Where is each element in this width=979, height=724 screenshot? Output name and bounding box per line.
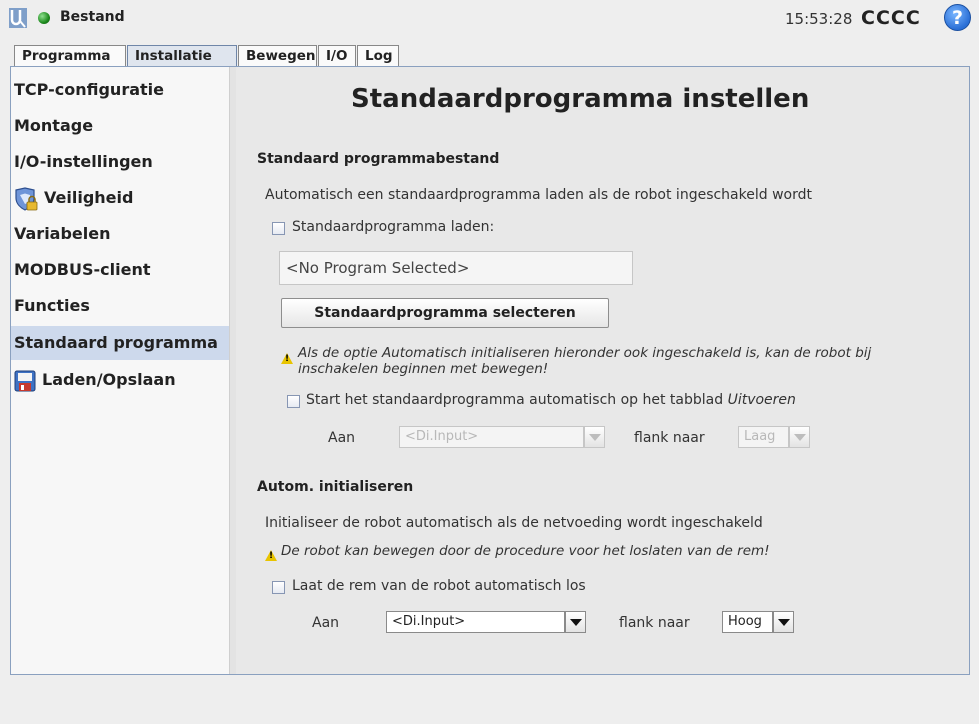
page-title: Standaardprogramma instellen bbox=[351, 84, 810, 114]
autostart-on-label: Aan bbox=[328, 430, 356, 446]
chevron-down-icon[interactable] bbox=[565, 611, 586, 633]
clock: 15:53:28 bbox=[785, 10, 853, 28]
tab-io[interactable]: I/O bbox=[318, 45, 356, 67]
sidebar-item-montage[interactable]: Montage bbox=[11, 109, 229, 143]
tab-programma[interactable]: Programma bbox=[14, 45, 126, 67]
warning-text-line1: Als de optie Automatisch initialiseren h… bbox=[298, 345, 872, 361]
ur-logo-icon bbox=[9, 8, 27, 28]
auto-init-input-select[interactable]: <Di.Input> bbox=[386, 611, 565, 633]
sidebar-item-label: Veiligheid bbox=[44, 188, 134, 207]
sidebar-item-label: Functies bbox=[14, 296, 90, 315]
sidebar-item-io-instellingen[interactable]: I/O-instellingen bbox=[11, 145, 229, 179]
sidebar-splitter[interactable] bbox=[229, 67, 236, 674]
load-default-program-label[interactable]: Standaardprogramma laden: bbox=[292, 219, 494, 235]
autostart-checkbox[interactable] bbox=[287, 395, 300, 408]
autostart-edge-label: flank naar bbox=[634, 430, 705, 446]
file-name[interactable]: Bestand bbox=[60, 9, 125, 25]
load-default-program-checkbox[interactable] bbox=[272, 222, 285, 235]
help-icon[interactable]: ? bbox=[944, 4, 971, 31]
shield-lock-icon bbox=[15, 186, 38, 211]
auto-brake-release-checkbox[interactable] bbox=[272, 581, 285, 594]
tab-installatie[interactable]: Installatie bbox=[127, 45, 237, 67]
sidebar-item-label: Montage bbox=[14, 116, 94, 135]
warning-mark: ! bbox=[285, 354, 290, 364]
autostart-tab-name: Uitvoeren bbox=[727, 392, 796, 408]
chevron-down-icon[interactable] bbox=[773, 611, 794, 633]
section-heading-auto-init: Autom. initialiseren bbox=[257, 479, 414, 495]
sidebar-item-label: I/O-instellingen bbox=[14, 152, 153, 171]
auto-init-edge-label: flank naar bbox=[619, 615, 690, 631]
tab-bewegen[interactable]: Bewegen bbox=[238, 45, 317, 67]
autostart-label-text: Start het standaardprogramma automatisch… bbox=[306, 392, 728, 408]
auto-init-description: Initialiseer de robot automatisch als de… bbox=[265, 515, 763, 531]
autostart-edge-select[interactable]: Laag bbox=[738, 426, 789, 448]
chevron-down-icon[interactable] bbox=[789, 426, 810, 448]
sidebar-item-label: Variabelen bbox=[14, 224, 111, 243]
auto-init-edge-select[interactable]: Hoog bbox=[722, 611, 773, 633]
sidebar-item-tcp-configuratie[interactable]: TCP-configuratie bbox=[11, 73, 229, 107]
warning-mark: ! bbox=[269, 551, 274, 561]
sidebar-item-label: MODBUS-client bbox=[14, 260, 151, 279]
robot-name: CCCC bbox=[861, 7, 921, 29]
select-default-program-button[interactable]: Standaardprogramma selecteren bbox=[281, 298, 609, 328]
section-heading-default-file: Standaard programmabestand bbox=[257, 151, 500, 167]
sidebar-item-functies[interactable]: Functies bbox=[11, 289, 229, 323]
auto-init-warning-text: De robot kan bewegen door de procedure v… bbox=[281, 543, 770, 559]
floppy-disk-icon bbox=[14, 370, 36, 391]
sidebar-item-label: Laden/Opslaan bbox=[42, 370, 176, 389]
warning-text-line2: inschakelen beginnen met bewegen! bbox=[298, 361, 549, 377]
sidebar-item-standaard-programma[interactable]: Standaard programma bbox=[11, 326, 229, 360]
sidebar-item-modbus-client[interactable]: MODBUS-client bbox=[11, 253, 229, 287]
tab-log[interactable]: Log bbox=[357, 45, 399, 67]
program-file-field: <No Program Selected> bbox=[279, 251, 633, 285]
bottom-bar bbox=[0, 676, 979, 724]
top-bar: Bestand 15:53:28 CCCC ? bbox=[0, 0, 979, 38]
sidebar: TCP-configuratie Montage I/O-instellinge… bbox=[11, 67, 229, 674]
sidebar-item-label: TCP-configuratie bbox=[14, 80, 164, 99]
chevron-down-icon[interactable] bbox=[584, 426, 605, 448]
sidebar-item-veiligheid[interactable]: Veiligheid bbox=[11, 181, 229, 215]
autostart-input-select[interactable]: <Di.Input> bbox=[399, 426, 584, 448]
default-file-description: Automatisch een standaardprogramma laden… bbox=[265, 187, 812, 203]
autostart-label[interactable]: Start het standaardprogramma automatisch… bbox=[306, 392, 796, 408]
status-indicator-icon bbox=[38, 12, 50, 24]
auto-brake-release-label[interactable]: Laat de rem van de robot automatisch los bbox=[292, 578, 586, 594]
sidebar-item-variabelen[interactable]: Variabelen bbox=[11, 217, 229, 251]
sidebar-item-label: Standaard programma bbox=[14, 333, 218, 352]
sidebar-item-laden-opslaan[interactable]: Laden/Opslaan bbox=[11, 363, 229, 397]
auto-init-on-label: Aan bbox=[312, 615, 340, 631]
